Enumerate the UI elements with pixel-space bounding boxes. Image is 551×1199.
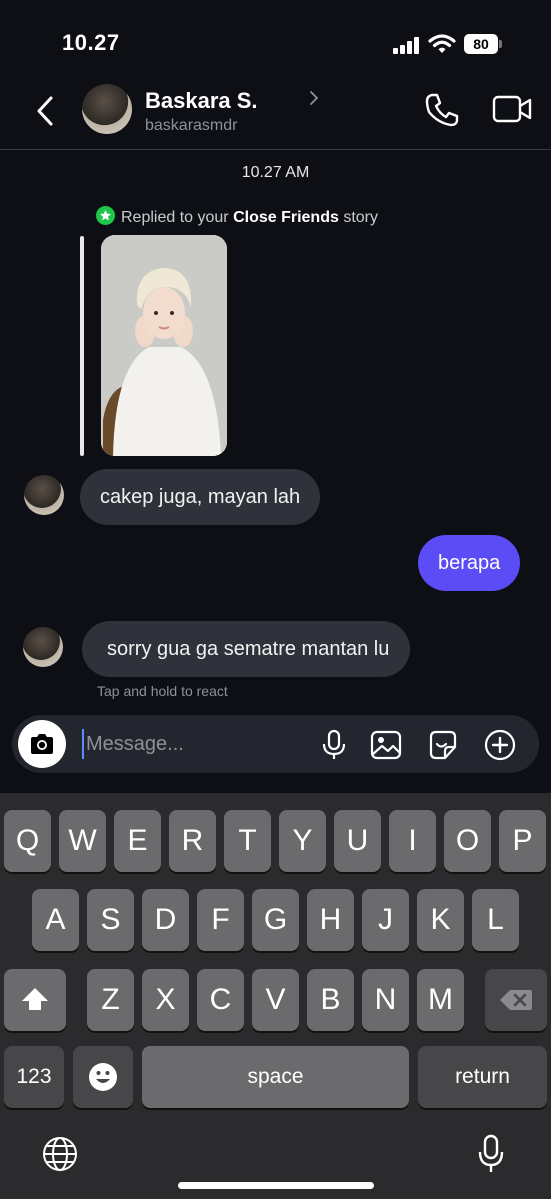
reply-note-close-friends: Close Friends (233, 209, 339, 226)
space-key[interactable]: space (142, 1046, 409, 1108)
key-a[interactable]: A (32, 889, 79, 951)
story-reply-note: Replied to your Close Friends story (96, 206, 378, 227)
chevron-right-icon[interactable] (308, 90, 320, 106)
reply-note-suffix: story (338, 209, 378, 226)
message-bubble-incoming[interactable]: cakep juga, mayan lah (80, 469, 321, 525)
key-f[interactable]: F (197, 889, 244, 951)
backspace-icon (500, 990, 532, 1010)
key-e[interactable]: E (114, 810, 161, 872)
key-y[interactable]: Y (279, 810, 326, 872)
add-icon[interactable] (484, 729, 516, 761)
message-input[interactable] (82, 729, 302, 759)
key-g[interactable]: G (252, 889, 299, 951)
back-arrow-icon[interactable] (32, 94, 58, 128)
key-z[interactable]: Z (87, 969, 134, 1031)
message-timestamp: 10.27 AM (241, 164, 310, 181)
key-h[interactable]: H (307, 889, 354, 951)
key-c[interactable]: C (197, 969, 244, 1031)
key-t[interactable]: T (224, 810, 271, 872)
key-r[interactable]: R (169, 810, 216, 872)
key-b[interactable]: B (307, 969, 354, 1031)
key-u[interactable]: U (334, 810, 381, 872)
delete-key[interactable] (485, 969, 547, 1031)
emoji-icon (89, 1063, 117, 1091)
reply-note-prefix: Replied to your (121, 209, 234, 226)
cellular-signal-icon (393, 36, 421, 54)
message-bubble-incoming[interactable]: sorry gua ga sematre mantan lu (82, 621, 411, 677)
key-v[interactable]: V (252, 969, 299, 1031)
sticker-icon[interactable] (427, 729, 459, 761)
keyboard: Q W E R T Y U I O P A S D F G H J K L Z … (0, 793, 551, 1199)
message-composer (12, 715, 539, 773)
battery-level: 80 (464, 34, 498, 54)
wifi-icon (428, 34, 456, 53)
video-call-icon[interactable] (492, 94, 532, 124)
sender-avatar[interactable] (23, 627, 63, 667)
key-p[interactable]: P (499, 810, 546, 872)
shift-arrow-icon (22, 988, 48, 1010)
close-friends-star-icon (96, 206, 115, 225)
shift-key[interactable] (4, 969, 66, 1031)
contact-avatar[interactable] (82, 84, 132, 134)
globe-icon[interactable] (42, 1136, 78, 1172)
phone-icon[interactable] (424, 92, 460, 128)
key-q[interactable]: Q (4, 810, 51, 872)
key-d[interactable]: D (142, 889, 189, 951)
sender-avatar[interactable] (24, 475, 64, 515)
gallery-icon[interactable] (370, 729, 402, 761)
key-m[interactable]: M (417, 969, 464, 1031)
key-x[interactable]: X (142, 969, 189, 1031)
reply-indicator-bar (80, 236, 84, 456)
key-j[interactable]: J (362, 889, 409, 951)
contact-username[interactable]: baskarasmdr (145, 117, 237, 135)
numbers-key[interactable]: 123 (4, 1046, 64, 1108)
key-l[interactable]: L (472, 889, 519, 951)
key-k[interactable]: K (417, 889, 464, 951)
emoji-key[interactable] (73, 1046, 133, 1108)
story-thumbnail[interactable] (101, 235, 227, 456)
tap-to-react-hint: Tap and hold to react (97, 683, 228, 699)
key-o[interactable]: O (444, 810, 491, 872)
dictation-mic-icon[interactable] (477, 1134, 505, 1174)
chat-header: Baskara S. baskarasmdr (0, 80, 551, 150)
home-indicator (178, 1182, 374, 1189)
contact-name[interactable]: Baskara S. (145, 88, 258, 114)
microphone-icon[interactable] (318, 729, 350, 761)
status-time: 10.27 (62, 30, 120, 55)
key-s[interactable]: S (87, 889, 134, 951)
status-bar: 10.27 80 (0, 0, 551, 88)
message-bubble-outgoing[interactable]: berapa (418, 535, 521, 591)
camera-icon (31, 734, 53, 754)
return-key[interactable]: return (418, 1046, 547, 1108)
battery-icon: 80 (464, 34, 502, 54)
key-w[interactable]: W (59, 810, 106, 872)
key-n[interactable]: N (362, 969, 409, 1031)
camera-button[interactable] (18, 720, 66, 768)
key-i[interactable]: I (389, 810, 436, 872)
